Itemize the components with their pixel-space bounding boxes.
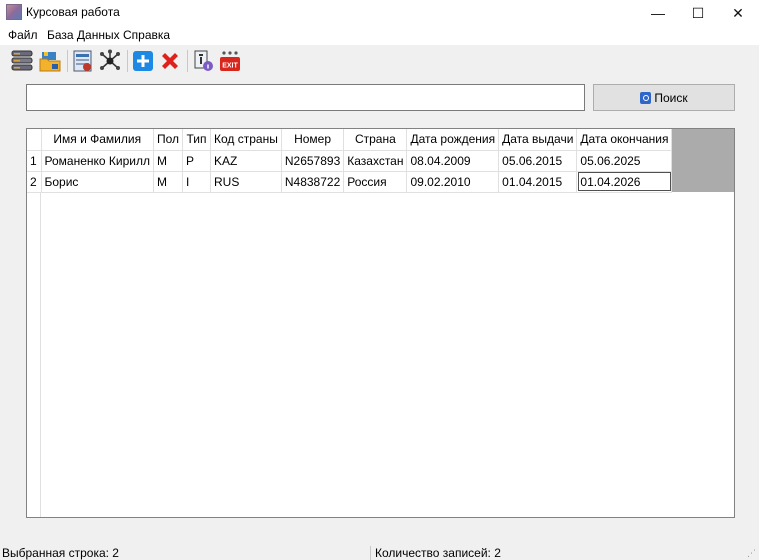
cell-type[interactable]: I xyxy=(182,171,212,193)
report-button[interactable] xyxy=(70,48,96,74)
delete-record-button[interactable] xyxy=(157,48,183,74)
cell-number[interactable]: N4838722 xyxy=(281,171,345,193)
column-header-country-code[interactable]: Код страны xyxy=(210,129,282,151)
graph-button[interactable] xyxy=(97,48,123,74)
toolbar-separator xyxy=(67,50,68,72)
toolbar: EXIT xyxy=(0,45,759,77)
minimize-icon: — xyxy=(651,5,665,21)
column-header-name[interactable]: Имя и Фамилия xyxy=(41,129,154,151)
status-divider xyxy=(370,546,371,560)
cell-number[interactable]: N2657893 xyxy=(281,150,345,172)
network-graph-icon xyxy=(100,49,120,70)
grid-empty-area xyxy=(41,192,734,517)
cell-name[interactable]: Романенко Кирилл xyxy=(41,150,154,172)
cell-issue-date[interactable]: 01.04.2015 xyxy=(498,171,578,193)
menu-file[interactable]: Файл xyxy=(8,28,38,42)
maximize-icon: ☐ xyxy=(691,4,705,21)
search-button[interactable]: Поиск xyxy=(593,84,735,111)
status-bar: Выбранная строка: 2 Количество записей: … xyxy=(0,544,759,560)
exit-button[interactable]: EXIT xyxy=(217,48,243,74)
cell-expiry-date[interactable]: 05.06.2025 xyxy=(576,150,673,172)
info-button[interactable] xyxy=(190,48,216,74)
column-header-country[interactable]: Страна xyxy=(343,129,408,151)
header-row: Имя и Фамилия Пол Тип Код страны Номер С… xyxy=(27,129,673,151)
search-button-label: Поиск xyxy=(654,90,688,105)
cell-type[interactable]: P xyxy=(182,150,212,172)
database-stack-icon xyxy=(11,50,33,71)
title-bar: Курсовая работа — ☐ ✕ xyxy=(0,0,759,26)
database-button[interactable] xyxy=(9,48,35,74)
table-row[interactable]: 2 Борис М I RUS N4838722 Россия 09.02.20… xyxy=(27,171,673,193)
open-folder-icon xyxy=(39,52,61,72)
cell-expiry-date-selected[interactable]: 01.04.2026 xyxy=(576,171,673,193)
exit-label: EXIT xyxy=(222,63,238,70)
window-title: Курсовая работа xyxy=(26,5,120,19)
column-header-number[interactable]: Номер xyxy=(281,129,345,151)
column-header-expiry-date[interactable]: Дата окончания xyxy=(576,129,673,151)
exit-icon: EXIT xyxy=(220,51,240,71)
table-report-icon xyxy=(73,50,92,72)
row-number[interactable]: 2 xyxy=(27,171,42,193)
search-input[interactable] xyxy=(26,84,585,111)
cell-sex[interactable]: М xyxy=(153,150,184,172)
records-grid[interactable]: Имя и Фамилия Пол Тип Код страны Номер С… xyxy=(26,128,735,518)
menu-database[interactable]: База Данных xyxy=(47,28,120,42)
cell-country-code[interactable]: KAZ xyxy=(210,150,282,172)
add-record-button[interactable] xyxy=(130,48,156,74)
cell-name[interactable]: Борис xyxy=(41,171,154,193)
resize-grip-icon[interactable]: ⋰ xyxy=(747,548,757,558)
column-header-type[interactable]: Тип xyxy=(182,129,212,151)
column-header-issue-date[interactable]: Дата выдачи xyxy=(498,129,578,151)
row-header-strip xyxy=(27,192,41,517)
records-table: Имя и Фамилия Пол Тип Код страны Номер С… xyxy=(27,129,673,193)
menu-bar: Файл База Данных Справка xyxy=(0,26,759,45)
app-icon xyxy=(6,4,22,20)
row-number[interactable]: 1 xyxy=(27,150,42,172)
corner-header[interactable] xyxy=(27,129,42,151)
cell-country[interactable]: Казахстан xyxy=(343,150,408,172)
toolbar-separator xyxy=(127,50,128,72)
menu-help[interactable]: Справка xyxy=(123,28,170,42)
cell-country[interactable]: Россия xyxy=(343,171,408,193)
open-button[interactable] xyxy=(37,48,63,74)
toolbar-separator xyxy=(187,50,188,72)
close-button[interactable]: ✕ xyxy=(715,0,759,26)
delete-icon xyxy=(162,53,178,69)
cell-sex[interactable]: М xyxy=(153,171,184,193)
column-header-birth-date[interactable]: Дата рождения xyxy=(406,129,500,151)
status-record-count: Количество записей: 2 xyxy=(375,546,501,560)
cell-issue-date[interactable]: 05.06.2015 xyxy=(498,150,578,172)
status-selected-row: Выбранная строка: 2 xyxy=(2,546,119,560)
cell-country-code[interactable]: RUS xyxy=(210,171,282,193)
info-icon xyxy=(194,50,213,71)
column-header-sex[interactable]: Пол xyxy=(153,129,184,151)
search-icon xyxy=(640,91,652,104)
add-icon xyxy=(133,51,153,71)
close-icon: ✕ xyxy=(732,4,744,21)
cell-birth-date[interactable]: 08.04.2009 xyxy=(406,150,500,172)
cell-birth-date[interactable]: 09.02.2010 xyxy=(406,171,500,193)
table-row[interactable]: 1 Романенко Кирилл М P KAZ N2657893 Каза… xyxy=(27,150,673,172)
